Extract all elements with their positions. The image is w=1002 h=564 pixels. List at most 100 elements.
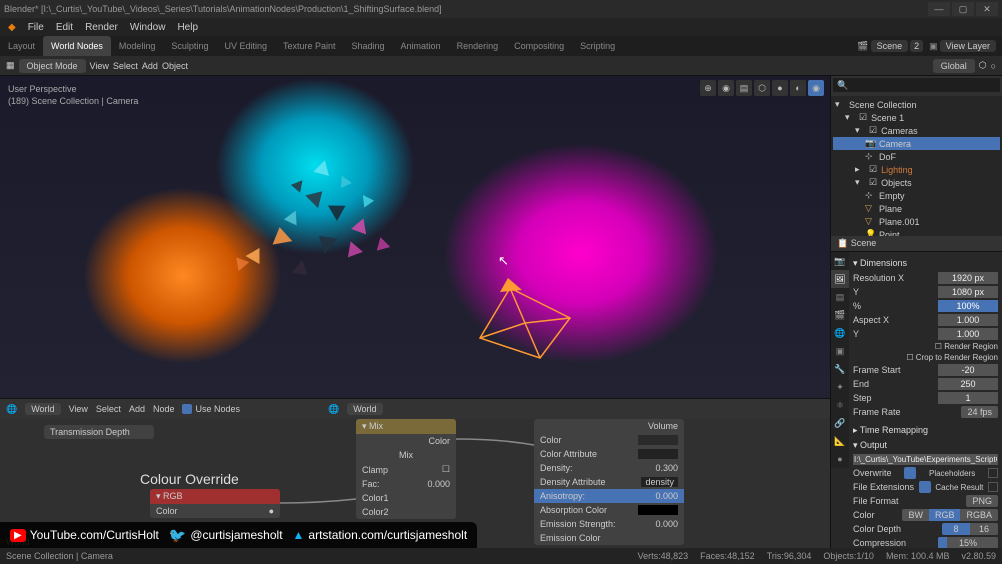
node-mix-mode[interactable]: Mix bbox=[356, 448, 456, 462]
close-button[interactable]: ✕ bbox=[976, 2, 998, 16]
tab-scripting[interactable]: Scripting bbox=[572, 36, 623, 56]
prop-tab-particles[interactable]: ✦ bbox=[831, 378, 849, 396]
colordepth-16[interactable]: 16 bbox=[970, 523, 998, 535]
outliner-cameras[interactable]: ▾☑Cameras bbox=[833, 124, 1000, 137]
node-node[interactable]: Node bbox=[153, 404, 175, 414]
node-volume-color[interactable]: Color bbox=[534, 433, 684, 447]
node-mix-c1[interactable]: Color1 bbox=[356, 491, 456, 505]
blender-icon[interactable]: ◆ bbox=[8, 22, 16, 33]
outliner-scene-collection[interactable]: ▾Scene Collection bbox=[833, 98, 1000, 111]
tab-shading[interactable]: Shading bbox=[344, 36, 393, 56]
node-volume[interactable]: Volume Color Color Attribute Density:0.3… bbox=[534, 419, 684, 545]
output-path-input[interactable] bbox=[853, 454, 998, 465]
menu-render[interactable]: Render bbox=[85, 22, 118, 33]
node-transmission-depth[interactable]: Transmission Depth bbox=[44, 425, 154, 439]
outliner-lighting[interactable]: ▸☑Lighting bbox=[833, 163, 1000, 176]
node-volume-densattr[interactable]: Density Attributedensity bbox=[534, 475, 684, 489]
outliner-search-input[interactable] bbox=[833, 78, 1000, 92]
compression-slider[interactable]: 15% bbox=[938, 537, 998, 548]
outliner-empty[interactable]: ⊹Empty bbox=[833, 189, 1000, 202]
proportional-icon[interactable]: ○ bbox=[991, 61, 996, 71]
fileformat-select[interactable]: PNG bbox=[966, 495, 998, 507]
minimize-button[interactable]: — bbox=[928, 2, 950, 16]
prop-tab-render[interactable]: 📷 bbox=[831, 252, 849, 270]
toolbar-view[interactable]: View bbox=[90, 61, 109, 71]
tab-texture[interactable]: Texture Paint bbox=[275, 36, 344, 56]
prop-tab-physics[interactable]: ⚛ bbox=[831, 396, 849, 414]
gizmo-toggle-icon[interactable]: ⊕ bbox=[700, 80, 716, 96]
shading-rendered-icon[interactable]: ◉ bbox=[808, 80, 824, 96]
shading-wireframe-icon[interactable]: ⬡ bbox=[754, 80, 770, 96]
node-world-selector[interactable]: World bbox=[25, 403, 60, 415]
tab-animation[interactable]: Animation bbox=[393, 36, 449, 56]
menu-edit[interactable]: Edit bbox=[56, 22, 73, 33]
toolbar-add[interactable]: Add bbox=[142, 61, 158, 71]
toolbar-select[interactable]: Select bbox=[113, 61, 138, 71]
prop-tab-world[interactable]: 🌐 bbox=[831, 324, 849, 342]
section-output[interactable]: ▾ Output bbox=[853, 438, 998, 453]
node-mix[interactable]: ▾ Mix Color Mix Clamp☐ Fac:0.000 Color1 … bbox=[356, 419, 456, 519]
node-rgb[interactable]: ▾ RGB Color● bbox=[150, 489, 280, 518]
cacheresult-check[interactable] bbox=[988, 482, 998, 492]
node-select[interactable]: Select bbox=[96, 404, 121, 414]
outliner-scene1[interactable]: ▾☑Scene 1 bbox=[833, 111, 1000, 124]
tab-layout[interactable]: Layout bbox=[0, 36, 43, 56]
orientation-selector[interactable]: Global bbox=[933, 59, 975, 73]
crop-region-check[interactable]: ☐ Crop to Render Region bbox=[906, 353, 998, 362]
framerate-select[interactable]: 24 fps bbox=[961, 406, 998, 418]
viewlayer-selector[interactable]: View Layer bbox=[940, 40, 996, 52]
tab-modeling[interactable]: Modeling bbox=[111, 36, 164, 56]
aspx-input[interactable] bbox=[938, 314, 998, 326]
section-dimensions[interactable]: ▾ Dimensions bbox=[853, 256, 998, 271]
node-mix-clamp[interactable]: Clamp☐ bbox=[356, 462, 456, 477]
outliner-point[interactable]: 💡Point bbox=[833, 228, 1000, 236]
node-volume-colorattr[interactable]: Color Attribute bbox=[534, 447, 684, 461]
outliner-tree[interactable]: ▾Scene Collection ▾☑Scene 1 ▾☑Cameras 📷C… bbox=[831, 96, 1002, 236]
prop-tab-data[interactable]: 📐 bbox=[831, 432, 849, 450]
outliner-plane001[interactable]: ▽Plane.001 bbox=[833, 215, 1000, 228]
resy-input[interactable] bbox=[938, 286, 998, 298]
node-volume-emstr[interactable]: Emission Strength:0.000 bbox=[534, 517, 684, 531]
node-mix-c2[interactable]: Color2 bbox=[356, 505, 456, 519]
node-view[interactable]: View bbox=[69, 404, 88, 414]
snap-icon[interactable]: ⬡ bbox=[979, 60, 987, 71]
maximize-button[interactable]: ▢ bbox=[952, 2, 974, 16]
editor-type-icon[interactable]: ▦ bbox=[6, 60, 15, 71]
scene-selector[interactable]: Scene bbox=[871, 40, 909, 52]
outliner-objects[interactable]: ▾☑Objects bbox=[833, 176, 1000, 189]
colormode-rgba[interactable]: RGBA bbox=[960, 509, 998, 521]
step-input[interactable] bbox=[938, 392, 998, 404]
tab-sculpting[interactable]: Sculpting bbox=[163, 36, 216, 56]
colordepth-8[interactable]: 8 bbox=[942, 523, 970, 535]
prop-tab-modifiers[interactable]: 🔧 bbox=[831, 360, 849, 378]
pct-slider[interactable]: 100% bbox=[938, 300, 998, 312]
menu-file[interactable]: File bbox=[28, 22, 44, 33]
menu-window[interactable]: Window bbox=[130, 22, 166, 33]
overlay-toggle-icon[interactable]: ◉ bbox=[718, 80, 734, 96]
outliner-dof[interactable]: ⊹DoF bbox=[833, 150, 1000, 163]
menu-help[interactable]: Help bbox=[177, 22, 198, 33]
prop-tab-constraints[interactable]: 🔗 bbox=[831, 414, 849, 432]
prop-tab-object[interactable]: ▣ bbox=[831, 342, 849, 360]
outliner-plane[interactable]: ▽Plane bbox=[833, 202, 1000, 215]
tab-compositing[interactable]: Compositing bbox=[506, 36, 572, 56]
prop-tab-viewlayer[interactable]: ▤ bbox=[831, 288, 849, 306]
colormode-rgb[interactable]: RGB bbox=[929, 509, 961, 521]
render-region-check[interactable]: ☐ Render Region bbox=[935, 342, 998, 351]
toolbar-object[interactable]: Object bbox=[162, 61, 188, 71]
node-mix-fac[interactable]: Fac:0.000 bbox=[356, 477, 456, 491]
shading-material-icon[interactable]: ◐ bbox=[790, 80, 806, 96]
node-add[interactable]: Add bbox=[129, 404, 145, 414]
tab-rendering[interactable]: Rendering bbox=[449, 36, 507, 56]
node-volume-density[interactable]: Density:0.300 bbox=[534, 461, 684, 475]
colormode-bw[interactable]: BW bbox=[902, 509, 929, 521]
prop-tab-material[interactable]: ● bbox=[831, 450, 849, 468]
tab-worldnodes[interactable]: World Nodes bbox=[43, 36, 111, 56]
outliner-camera[interactable]: 📷Camera bbox=[833, 137, 1000, 150]
resx-input[interactable] bbox=[938, 272, 998, 284]
fileext-check[interactable] bbox=[919, 481, 931, 493]
tab-uv[interactable]: UV Editing bbox=[216, 36, 275, 56]
shading-solid-icon[interactable]: ● bbox=[772, 80, 788, 96]
framestart-input[interactable] bbox=[938, 364, 998, 376]
node-world-name[interactable]: World bbox=[347, 403, 382, 415]
